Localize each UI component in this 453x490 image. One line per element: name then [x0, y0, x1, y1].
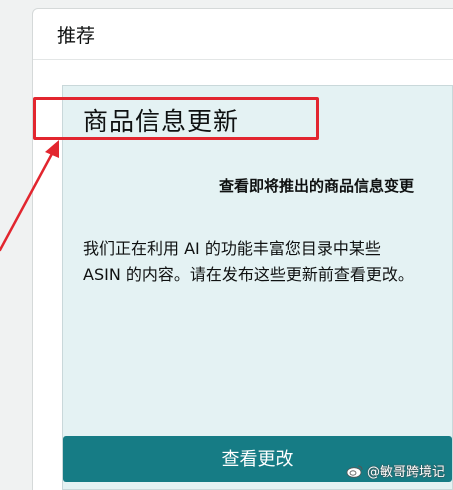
weibo-logo-icon — [346, 465, 363, 478]
panel-header: 推荐 — [33, 9, 453, 60]
listing-update-card: 商品信息更新 查看即将推出的商品信息变更 我们正在利用 AI 的功能丰富您目录中… — [62, 85, 453, 490]
card-description: 我们正在利用 AI 的功能丰富您目录中某些 ASIN 的内容。请在发布这些更新前… — [83, 239, 414, 284]
card-subtitle: 查看即将推出的商品信息变更 — [218, 177, 414, 195]
annotation-arrow-icon — [0, 140, 59, 252]
watermark: @敏哥跨境记 — [346, 461, 445, 480]
page: 推荐 商品信息更新 查看即将推出的商品信息变更 我们正在利用 AI 的功能丰富您… — [0, 0, 453, 490]
watermark-text: @敏哥跨境记 — [366, 465, 445, 480]
